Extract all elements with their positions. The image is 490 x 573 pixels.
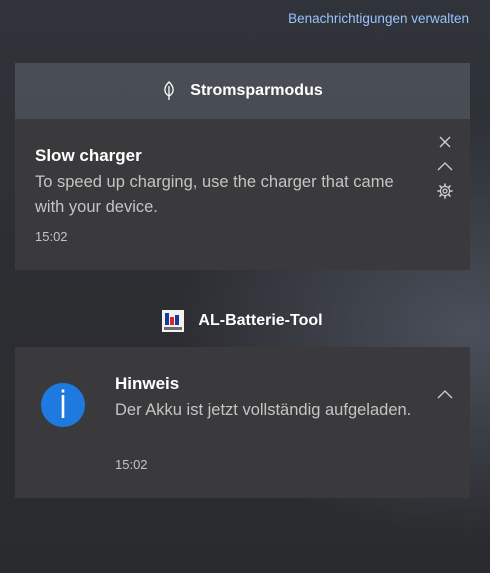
battery-tool-app-icon: [162, 310, 185, 332]
notification-time: 15:02: [115, 457, 148, 472]
close-icon[interactable]: [435, 132, 455, 152]
leaf-icon: [162, 81, 176, 101]
group-title: Stromsparmodus: [190, 82, 323, 99]
notification-slow-charger[interactable]: Slow charger To speed up charging, use t…: [15, 119, 470, 270]
gear-icon[interactable]: [435, 181, 455, 201]
chevron-up-icon[interactable]: [435, 385, 455, 405]
group-header-al-batterie-tool[interactable]: AL-Batterie-Tool: [15, 293, 470, 349]
notification-body: Der Akku ist jetzt vollständig aufgelade…: [115, 401, 412, 419]
group-header-stromsparmodus[interactable]: Stromsparmodus: [15, 63, 470, 119]
notification-body: To speed up charging, use the charger th…: [35, 173, 394, 216]
notification-time: 15:02: [35, 229, 68, 244]
info-icon: [40, 382, 86, 428]
notification-title: Slow charger: [35, 146, 142, 165]
chevron-up-icon[interactable]: [435, 157, 455, 177]
notification-hinweis[interactable]: Hinweis Der Akku ist jetzt vollständig a…: [15, 347, 470, 498]
manage-notifications-link[interactable]: Benachrichtigungen verwalten: [288, 11, 469, 26]
notification-title: Hinweis: [115, 374, 180, 393]
group-title: AL-Batterie-Tool: [198, 312, 323, 329]
